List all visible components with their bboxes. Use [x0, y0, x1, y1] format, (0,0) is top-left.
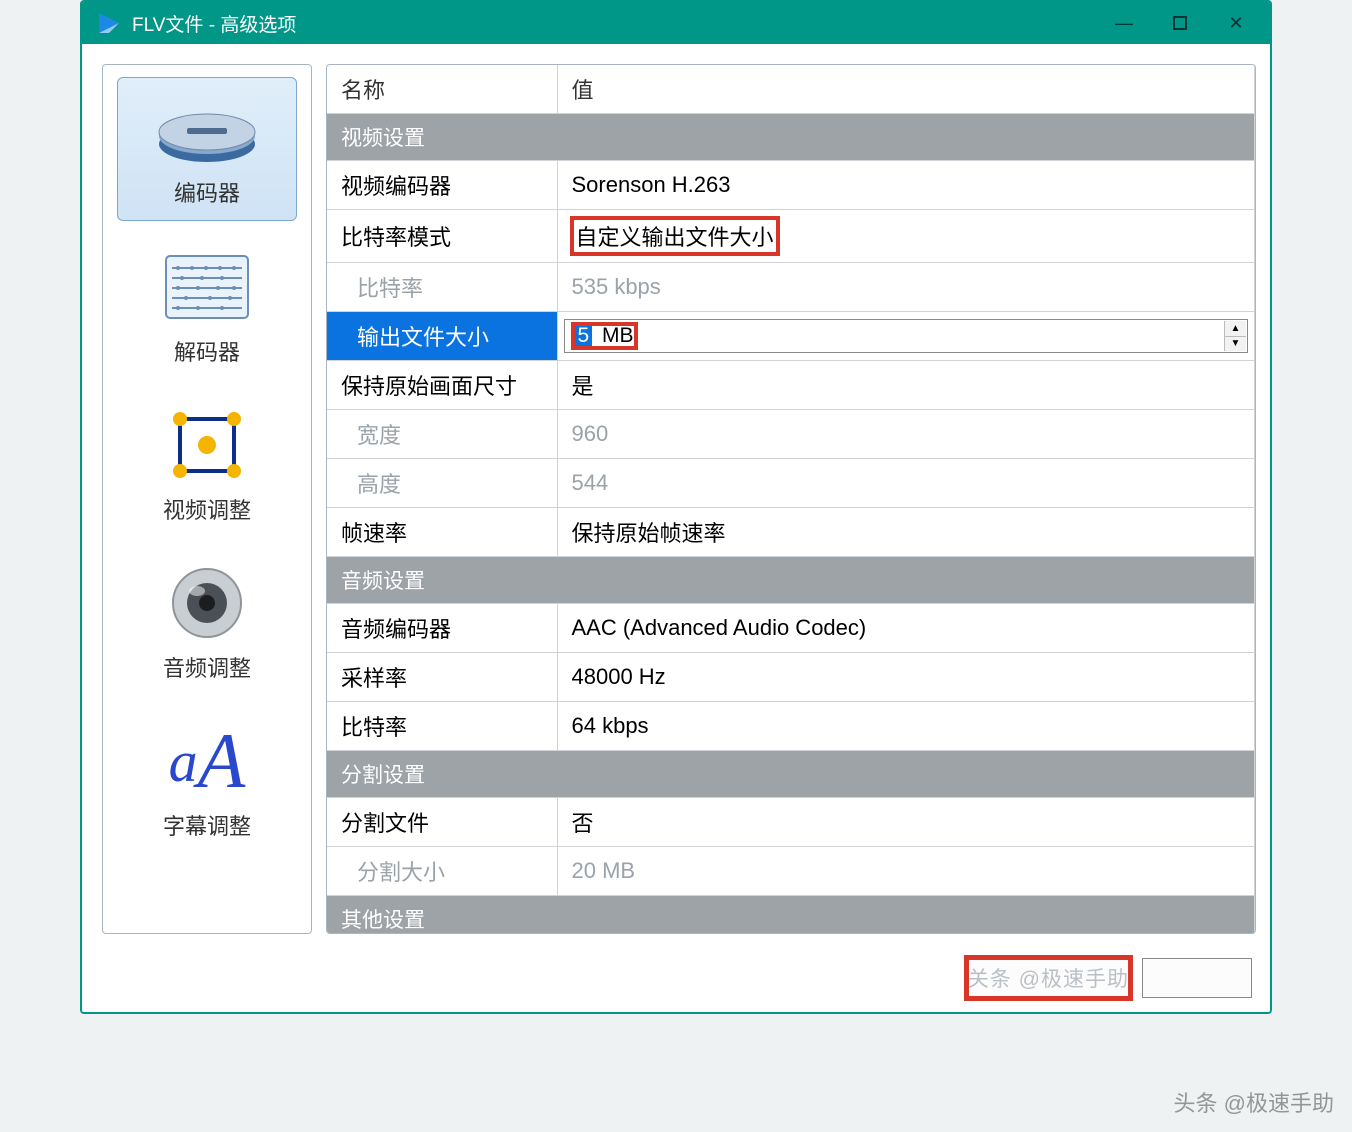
- section-audio: 音频设置: [327, 557, 1255, 604]
- header-name: 名称: [327, 65, 557, 114]
- sidebar-item-label: 字幕调整: [121, 809, 293, 841]
- row-height: 高度 544: [327, 459, 1255, 508]
- minimize-button[interactable]: —: [1096, 2, 1152, 44]
- sidebar-item-subtitle-adjust[interactable]: aA 字幕调整: [117, 711, 297, 853]
- row-split-size: 分割大小 20 MB: [327, 847, 1255, 896]
- ok-button[interactable]: 关条 @极速手助: [967, 958, 1130, 998]
- sidebar-item-encoder[interactable]: 编码器: [117, 77, 297, 221]
- audio-adjust-icon: [152, 563, 262, 643]
- row-video-encoder[interactable]: 视频编码器 Sorenson H.263: [327, 161, 1255, 210]
- category-sidebar: 编码器: [102, 64, 312, 934]
- highlight-bitrate-mode: 自定义输出文件大小: [572, 218, 778, 254]
- row-fps[interactable]: 帧速率 保持原始帧速率: [327, 508, 1255, 557]
- row-keep-original-size[interactable]: 保持原始画面尺寸 是: [327, 361, 1255, 410]
- section-other: 其他设置: [327, 896, 1255, 935]
- encoder-icon: [152, 88, 262, 168]
- row-bitrate: 比特率 535 kbps: [327, 263, 1255, 312]
- sidebar-item-decoder[interactable]: 解码器: [117, 237, 297, 379]
- row-audio-bitrate[interactable]: 比特率 64 kbps: [327, 702, 1255, 751]
- header-value: 值: [557, 65, 1255, 114]
- settings-grid: 名称 值 视频设置 视频编码器 Sorenson H.263 比特率模式 自定义…: [326, 64, 1256, 934]
- dialog-window: FLV文件 - 高级选项 — ✕ 编码器: [80, 0, 1272, 1014]
- row-output-size[interactable]: 输出文件大小 5 MB ▲ ▼: [327, 312, 1255, 361]
- sidebar-item-label: 编码器: [122, 176, 292, 208]
- sidebar-item-audio-adjust[interactable]: 音频调整: [117, 553, 297, 695]
- row-width: 宽度 960: [327, 410, 1255, 459]
- row-split-file[interactable]: 分割文件 否: [327, 798, 1255, 847]
- maximize-button[interactable]: [1152, 2, 1208, 44]
- decoder-icon: [152, 247, 262, 327]
- video-adjust-icon: [152, 405, 262, 485]
- section-split: 分割设置: [327, 751, 1255, 798]
- cancel-button[interactable]: [1142, 958, 1252, 998]
- window-title: FLV文件 - 高级选项: [132, 10, 1096, 37]
- grid-header: 名称 值: [327, 65, 1255, 114]
- dialog-footer: 关条 @极速手助: [82, 948, 1270, 1012]
- row-bitrate-mode[interactable]: 比特率模式 自定义输出文件大小: [327, 210, 1255, 263]
- close-button[interactable]: ✕: [1208, 2, 1264, 44]
- subtitle-adjust-icon: aA: [152, 721, 262, 801]
- row-sample-rate[interactable]: 采样率 48000 Hz: [327, 653, 1255, 702]
- section-video: 视频设置: [327, 114, 1255, 161]
- titlebar: FLV文件 - 高级选项 — ✕: [82, 2, 1270, 44]
- watermark-text: 头条 @极速手助: [1174, 1086, 1334, 1118]
- spin-down-button[interactable]: ▼: [1225, 337, 1246, 352]
- sidebar-item-label: 音频调整: [121, 651, 293, 683]
- spin-up-button[interactable]: ▲: [1225, 321, 1246, 337]
- output-size-spinner[interactable]: 5 MB ▲ ▼: [564, 319, 1249, 353]
- app-icon: [96, 10, 122, 36]
- row-audio-encoder[interactable]: 音频编码器 AAC (Advanced Audio Codec): [327, 604, 1255, 653]
- sidebar-item-label: 视频调整: [121, 493, 293, 525]
- sidebar-item-video-adjust[interactable]: 视频调整: [117, 395, 297, 537]
- sidebar-item-label: 解码器: [121, 335, 293, 367]
